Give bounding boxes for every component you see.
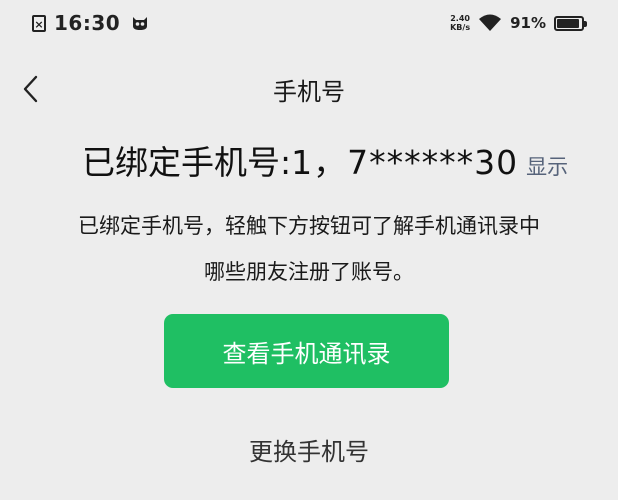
app-face-icon bbox=[133, 17, 148, 30]
description-line-2: 哪些朋友注册了账号。 bbox=[204, 260, 414, 284]
battery-icon bbox=[554, 15, 587, 31]
description-line-1: 已绑定手机号，轻触下方按钮可了解手机通讯录中 bbox=[78, 214, 540, 238]
status-bar: × 16:30 2.40 KB/s 91% bbox=[0, 0, 618, 46]
wifi-icon bbox=[479, 14, 502, 31]
status-time: 16:30 bbox=[54, 11, 121, 35]
bound-phone-label: 已绑定手机号: bbox=[82, 143, 292, 182]
nav-bar: 手机号 bbox=[0, 60, 618, 114]
battery-fill bbox=[557, 18, 579, 28]
description: 已绑定手机号，轻触下方按钮可了解手机通讯录中 哪些朋友注册了账号。 bbox=[0, 203, 618, 295]
battery-percent: 91% bbox=[510, 14, 546, 32]
change-phone-link[interactable]: 更换手机号 bbox=[0, 432, 618, 467]
network-speed-value: 2.40 bbox=[450, 14, 470, 23]
view-contacts-button[interactable]: 查看手机通讯录 bbox=[164, 314, 449, 388]
show-number-link[interactable]: 显示 bbox=[526, 151, 568, 181]
network-speed: 2.40 KB/s bbox=[450, 14, 470, 32]
bound-phone-line: 已绑定手机号: 1，7******30 显示 bbox=[82, 136, 568, 184]
masked-phone-number: 1，7******30 bbox=[291, 143, 519, 182]
page-title: 手机号 bbox=[273, 78, 345, 106]
sim-card-x-icon: × bbox=[32, 14, 46, 32]
network-speed-unit: KB/s bbox=[450, 23, 471, 32]
status-bar-right: 2.40 KB/s 91% bbox=[450, 10, 587, 36]
status-bar-left: × 16:30 bbox=[32, 10, 150, 36]
